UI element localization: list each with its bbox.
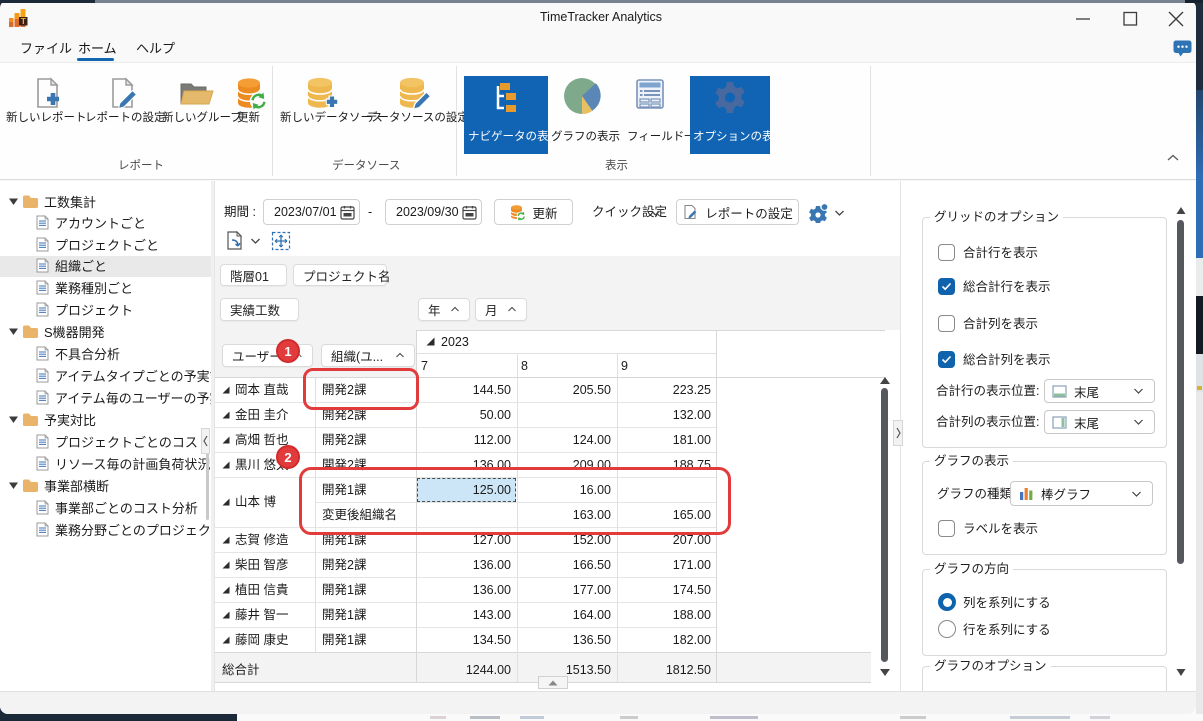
svg-text:T: T [21, 16, 27, 26]
